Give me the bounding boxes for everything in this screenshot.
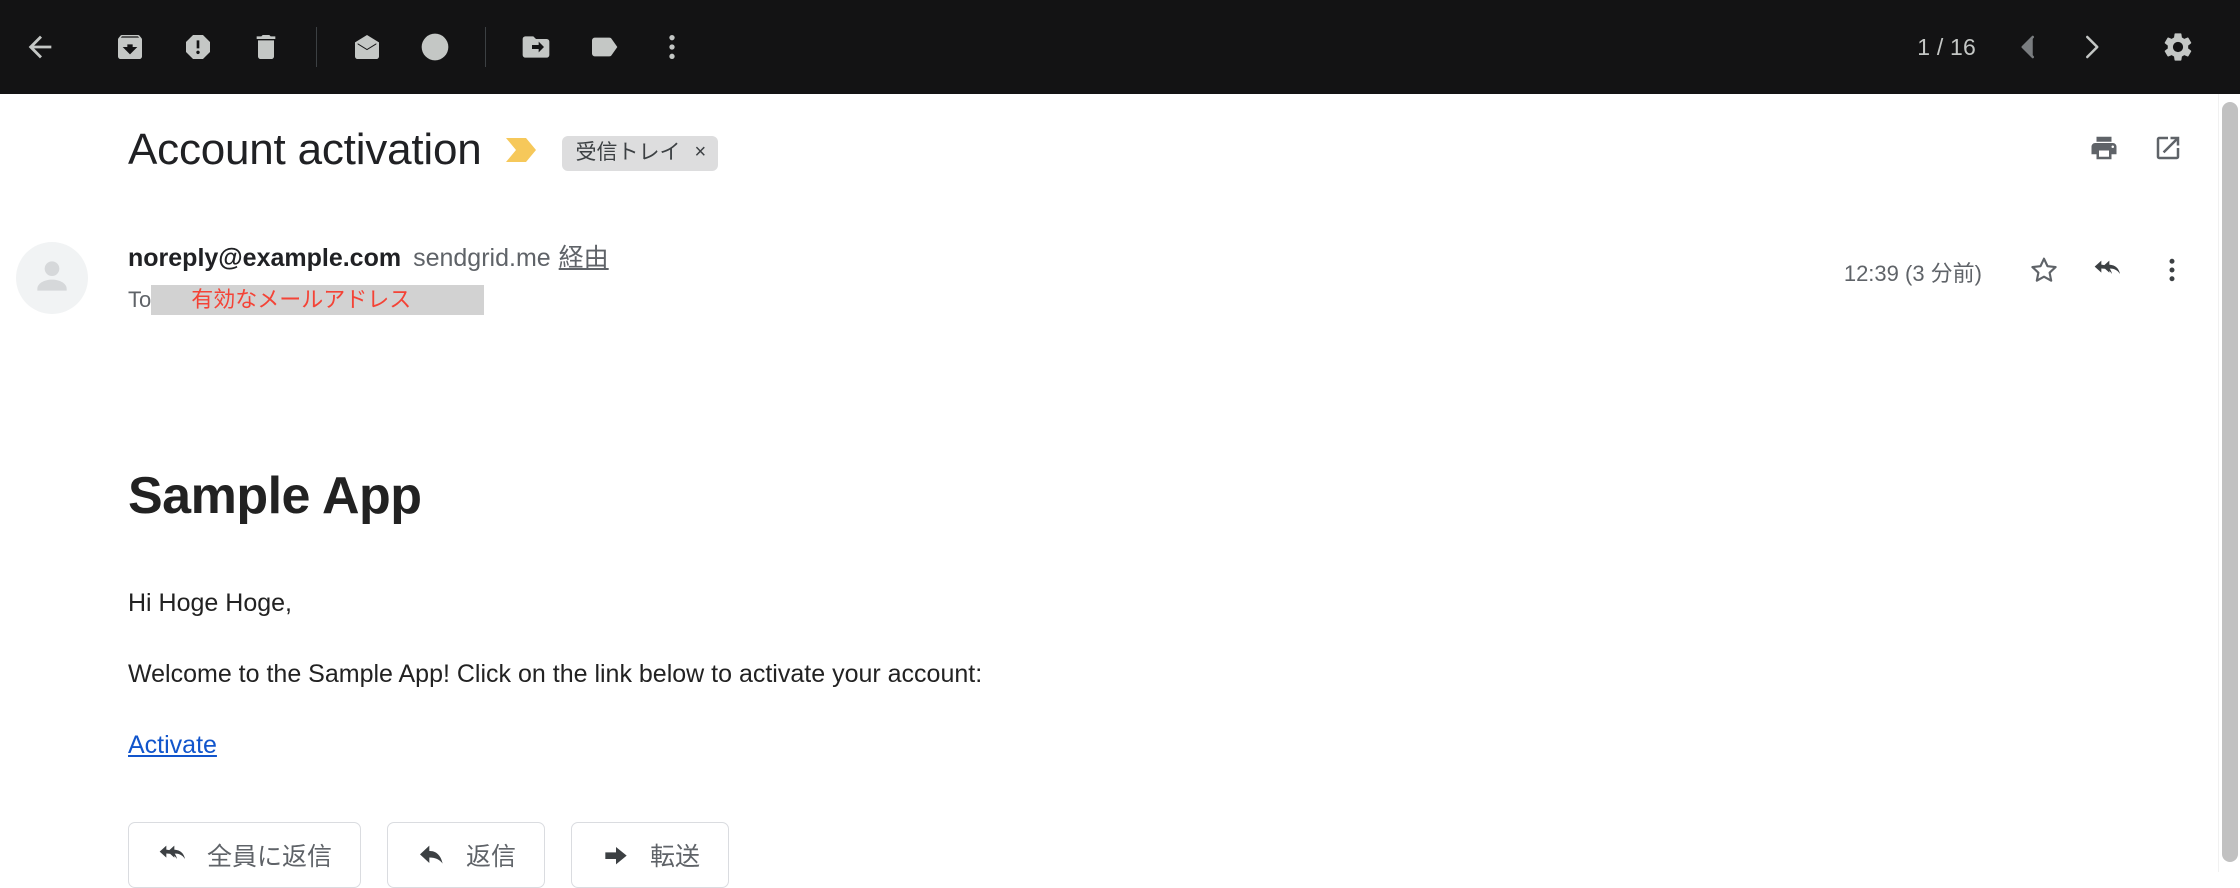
label-chip-text: 受信トレイ — [575, 140, 681, 164]
recipient-redaction-text: 有効なメールアドレス — [191, 287, 412, 312]
message-body: Sample App Hi Hoge Hoge, Welcome to the … — [128, 466, 2180, 760]
report-spam-icon — [182, 31, 214, 63]
forward-action-label: 転送 — [650, 843, 701, 871]
archive-icon — [114, 31, 146, 63]
back-arrow-icon — [23, 30, 57, 64]
reply-all-action-button[interactable]: 全員に返信 — [128, 822, 362, 888]
forward-icon — [600, 839, 650, 871]
sender-via-word[interactable]: 経由 — [559, 238, 609, 274]
pagination-count: 1 / 16 — [1917, 33, 1976, 60]
body-greeting: Hi Hoge Hoge, — [128, 589, 292, 617]
page-title: Account activation — [128, 125, 482, 174]
message-timestamp: 12:39 (3 分前) — [1843, 261, 1982, 286]
body-welcome-text: Welcome to the Sample App! Click on the … — [128, 660, 983, 689]
top-toolbar: 1 / 16 — [0, 0, 2240, 94]
clock-icon — [419, 31, 451, 63]
activate-link[interactable]: Activate — [128, 731, 217, 760]
important-marker-icon[interactable] — [504, 135, 538, 170]
trash-icon — [250, 31, 282, 63]
open-in-new-window-button[interactable] — [2136, 118, 2200, 182]
label-tag-icon — [588, 31, 620, 63]
label-chip-remove-icon[interactable]: × — [695, 142, 707, 162]
labels-button[interactable] — [570, 13, 638, 81]
message-content: Account activation 受信トレイ × noreply@examp… — [0, 94, 2240, 888]
star-outline-icon — [2028, 254, 2060, 291]
reply-icon — [416, 839, 466, 871]
forward-action-button[interactable]: 転送 — [571, 822, 730, 888]
snooze-button[interactable] — [401, 13, 469, 81]
back-button[interactable] — [6, 13, 74, 81]
print-button[interactable] — [2072, 118, 2136, 182]
more-options-button[interactable] — [638, 13, 706, 81]
message-meta-actions: 12:39 (3 分前) — [1844, 240, 2204, 304]
print-icon — [2089, 133, 2119, 168]
toolbar-divider-1 — [316, 27, 317, 67]
message-more-button[interactable] — [2140, 240, 2204, 304]
folder-move-icon — [520, 31, 552, 63]
sender-via-domain: sendgrid.me — [413, 244, 551, 272]
reply-all-icon — [2092, 254, 2124, 291]
archive-button[interactable] — [96, 13, 164, 81]
report-spam-button[interactable] — [164, 13, 232, 81]
vertical-scrollbar-thumb[interactable] — [2222, 102, 2238, 862]
previous-page-button[interactable] — [1998, 16, 2060, 78]
open-in-new-icon — [2153, 133, 2183, 168]
label-chip-inbox[interactable]: 受信トレイ × — [561, 135, 719, 171]
chevron-left-icon — [2014, 32, 2044, 62]
delete-button[interactable] — [232, 13, 300, 81]
more-vertical-icon — [2157, 255, 2187, 290]
subject-row: Account activation 受信トレイ × — [0, 118, 2240, 182]
reply-all-button[interactable] — [2076, 240, 2140, 304]
vertical-scrollbar-track[interactable] — [2218, 94, 2240, 872]
message-action-buttons: 全員に返信 返信 転送 — [128, 822, 755, 888]
mark-unread-button[interactable] — [333, 13, 401, 81]
reply-all-icon — [157, 839, 207, 871]
reply-all-action-label: 全員に返信 — [207, 843, 333, 871]
person-icon — [30, 254, 74, 303]
reply-action-button[interactable]: 返信 — [387, 822, 546, 888]
move-to-button[interactable] — [502, 13, 570, 81]
reply-action-label: 返信 — [466, 843, 517, 871]
subject-actions — [2072, 118, 2200, 182]
sender-email[interactable]: noreply@example.com — [128, 244, 401, 273]
star-button[interactable] — [2012, 240, 2076, 304]
body-heading: Sample App — [128, 467, 422, 525]
chevron-right-icon — [2076, 32, 2106, 62]
recipient-label: To — [128, 287, 152, 312]
gear-icon — [2161, 30, 2195, 64]
avatar — [16, 242, 88, 314]
next-page-button[interactable] — [2060, 16, 2122, 78]
toolbar-right-group: 1 / 16 — [1917, 0, 2240, 94]
settings-button[interactable] — [2144, 13, 2212, 81]
recipient-redaction: 有効なメールアドレス — [151, 285, 485, 315]
toolbar-left-group — [0, 0, 706, 94]
gmail-message-view: 1 / 16 Account activation 受信トレイ × norepl… — [0, 0, 2240, 888]
envelope-icon — [351, 31, 383, 63]
toolbar-divider-2 — [485, 27, 486, 67]
more-vertical-icon — [656, 31, 688, 63]
